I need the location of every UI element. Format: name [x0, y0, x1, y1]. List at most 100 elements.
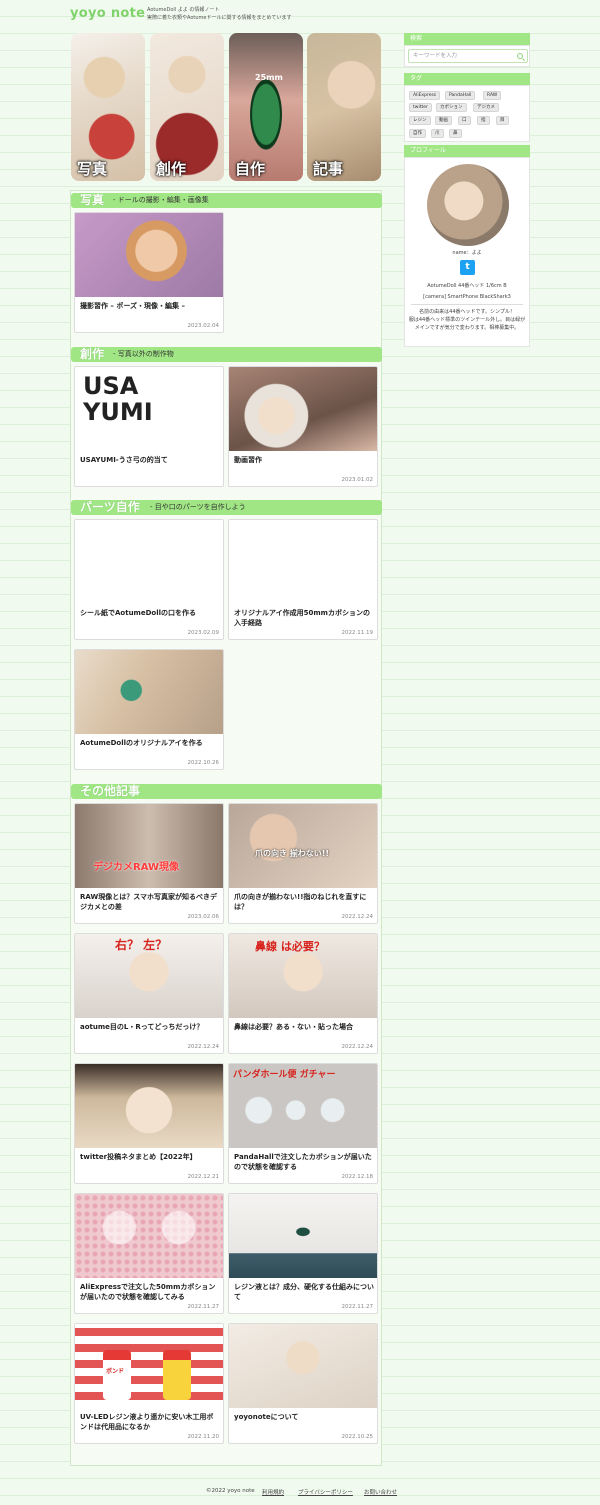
article-title: aotume目のL・Rってどっちだっけ？ — [80, 1023, 204, 1031]
sidebar-search-widget: キーワードを入力 — [404, 45, 530, 67]
hero-card-photo[interactable]: 写真 — [71, 33, 145, 181]
article-title: オリジナルアイ作成用50mmカボションの入手経路 — [234, 609, 370, 627]
article-card[interactable]: シール紙でAotumeDollの口を作る 2023.02.09 — [74, 519, 224, 640]
tag-digicam[interactable]: デジカメ — [473, 103, 499, 112]
article-date: 2022.12.24 — [187, 1044, 220, 1050]
tag-eye[interactable]: 目 — [496, 116, 509, 125]
tag-selfmade[interactable]: 自作 — [409, 129, 426, 138]
article-thumbnail — [229, 1324, 377, 1408]
eye-size-marker: 25mm — [255, 73, 283, 82]
usayumi-logo: USA YUMI — [83, 372, 153, 426]
thumb-caption: 右？ 左？ — [115, 938, 168, 952]
section-title: 創作 — [80, 347, 105, 361]
tag-aliexpress[interactable]: AliExpress — [409, 91, 441, 100]
article-title: AliExpressで注文した50mmカボションが届いたので状態を確認してみる — [80, 1283, 216, 1301]
footer-link-terms[interactable]: 利用規約 — [262, 1488, 284, 1496]
tag-finger[interactable]: 指 — [477, 116, 490, 125]
section-header-parts[interactable]: パーツ自作 - 目や口のパーツを自作しよう — [71, 500, 382, 515]
article-title: レジン液とは？成分、硬化する仕組みについて — [234, 1283, 374, 1301]
article-thumbnail: 鼻線 は必要？ — [229, 934, 377, 1018]
thumb-caption: デジカメRAW現像 — [93, 862, 180, 873]
search-icon[interactable] — [517, 53, 523, 59]
section-subtitle: - 目や口のパーツを自作しよう — [150, 503, 246, 511]
article-date: 2022.11.27 — [187, 1304, 220, 1310]
sidebar-search-heading: 検索 — [404, 33, 530, 45]
article-card[interactable]: ボンド UV-LEDレジン液より遥かに安い木工用ボンドは代用品になるか 2022… — [74, 1323, 224, 1444]
tag-nail[interactable]: 爪 — [431, 129, 444, 138]
article-card[interactable]: オリジナルアイ作成用50mmカボションの入手経路 2022.11.19 — [228, 519, 378, 640]
profile-spec-camera: [camera] SmartPhone BlackShark3 — [423, 294, 511, 300]
section-header-other[interactable]: その他記事 — [71, 784, 382, 799]
site-header: yoyo note AotumeDoll よよ の情報ノート 実際に着た衣類やA… — [70, 4, 530, 28]
thumb-caption: ボンド — [106, 1368, 125, 1375]
article-title: UV-LEDレジン液より遥かに安い木工用ボンドは代用品になるか — [80, 1413, 214, 1431]
article-card[interactable]: デジカメRAW現像 RAW現像とは？スマホ写真家が知るべきデジカメとの差 202… — [74, 803, 224, 924]
section-subtitle: - ドールの撮影・編集・画像集 — [113, 196, 209, 204]
tag-resin[interactable]: レジン — [409, 116, 431, 125]
article-card[interactable]: twitter投稿ネタまとめ【2022年】 2022.12.21 — [74, 1063, 224, 1184]
hero-card-selfmade[interactable]: 25mm 自作 — [229, 33, 303, 181]
article-thumbnail — [75, 520, 223, 604]
article-date: 2023.02.06 — [187, 914, 220, 920]
article-card[interactable]: パンダホール便 ガチャー PandaHallで注文したカボションが届いたので状態… — [228, 1063, 378, 1184]
tag-raw[interactable]: RAW — [483, 91, 502, 100]
article-card[interactable]: USA YUMI USAYUMI-うさ弓の的当て — [74, 366, 224, 487]
profile-name: name：よよ — [452, 250, 482, 256]
tag-cabochon[interactable]: カボション — [436, 103, 467, 112]
article-title: PandaHallで注文したカボションが届いたので状態を確認する — [234, 1153, 372, 1171]
tag-twitter[interactable]: twitter — [409, 103, 432, 112]
article-card[interactable]: レジン液とは？成分、硬化する仕組みについて 2022.11.27 — [228, 1193, 378, 1314]
section-title: その他記事 — [80, 784, 141, 798]
article-card[interactable]: AliExpressで注文した50mmカボションが届いたので状態を確認してみる … — [74, 1193, 224, 1314]
article-title: yoyonoteについて — [234, 1413, 299, 1421]
article-thumbnail — [229, 1194, 377, 1278]
article-card[interactable]: yoyonoteについて 2022.10.25 — [228, 1323, 378, 1444]
hero-card-creation[interactable]: 創作 — [150, 33, 224, 181]
article-date: 2022.12.24 — [341, 914, 374, 920]
article-thumbnail — [75, 650, 223, 734]
tag-mouth[interactable]: 口 — [458, 116, 471, 125]
article-date: 2023.02.09 — [187, 630, 220, 636]
section-header-creation[interactable]: 創作 - 写真以外の制作物 — [71, 347, 382, 362]
article-card[interactable]: 撮影習作 – ポーズ・現像・編集 – 2023.02.04 — [74, 212, 224, 333]
tag-video[interactable]: 動画 — [435, 116, 452, 125]
article-date: 2022.11.20 — [187, 1434, 220, 1440]
search-input[interactable]: キーワードを入力 — [408, 49, 528, 63]
sidebar-tag-cloud: AliExpress PandaHall RAW twitter カボション デ… — [404, 85, 530, 142]
article-card[interactable]: AotumeDollのオリジナルアイを作る 2022.10.26 — [74, 649, 224, 770]
sidebar-profile-heading: プロフィール — [404, 145, 530, 157]
glue-bottle-icon — [163, 1350, 191, 1400]
profile-bio: 名前の由来は44番ヘッドです。シンプル！ 服は44番ヘッド標準のツインテール外し… — [408, 309, 526, 331]
hero-card-articles[interactable]: 記事 — [307, 33, 381, 181]
hero-category-nav: 写真 創作 25mm 自作 記事 — [71, 33, 381, 181]
article-card[interactable]: 爪の向き 揃わない!! 爪の向きが揃わない!!指のねじれを直すには？ 2022.… — [228, 803, 378, 924]
article-date: 2022.10.26 — [187, 760, 220, 766]
tag-pandahall[interactable]: PandaHall — [445, 91, 476, 100]
article-thumbnail: 右？ 左？ — [75, 934, 223, 1018]
thumb-caption: 鼻線 は必要？ — [255, 940, 325, 953]
article-title: 爪の向きが揃わない!!指のねじれを直すには？ — [234, 893, 367, 911]
sidebar-tags-heading: タグ — [404, 73, 530, 85]
tag-nose[interactable]: 鼻 — [449, 129, 462, 138]
article-card[interactable]: 右？ 左？ aotume目のL・Rってどっちだっけ？ 2022.12.24 — [74, 933, 224, 1054]
section-header-photo[interactable]: 写真 - ドールの撮影・編集・画像集 — [71, 193, 382, 208]
hero-label: 写真 — [77, 160, 108, 178]
footer-link-privacy[interactable]: プライバシーポリシー — [298, 1488, 353, 1496]
article-card[interactable]: 鼻線 は必要？ 鼻線は必要？ある・ない・貼った場合 2022.12.24 — [228, 933, 378, 1054]
twitter-icon[interactable]: t — [460, 260, 475, 275]
article-date: 2022.12.21 — [187, 1174, 220, 1180]
section-title: パーツ自作 — [80, 500, 140, 514]
article-thumbnail — [75, 213, 223, 297]
hero-label: 創作 — [156, 160, 187, 178]
site-tagline: AotumeDoll よよ の情報ノート 実際に着た衣類やAotumeドールに関… — [147, 7, 292, 21]
article-title: USAYUMI-うさ弓の的当て — [80, 456, 168, 464]
site-footer: ©2022 yoyo note 利用規約 プライバシーポリシー お問い合わせ — [0, 1488, 600, 1500]
article-card[interactable]: 動画習作 2023.01.02 — [228, 366, 378, 487]
article-thumbnail: 爪の向き 揃わない!! — [229, 804, 377, 888]
article-date: 2023.01.02 — [341, 477, 374, 483]
footer-link-contact[interactable]: お問い合わせ — [364, 1488, 397, 1496]
article-date: 2022.11.19 — [341, 630, 374, 636]
hero-label: 記事 — [313, 160, 344, 178]
site-logo[interactable]: yoyo note — [70, 6, 145, 21]
profile-divider — [411, 304, 523, 305]
